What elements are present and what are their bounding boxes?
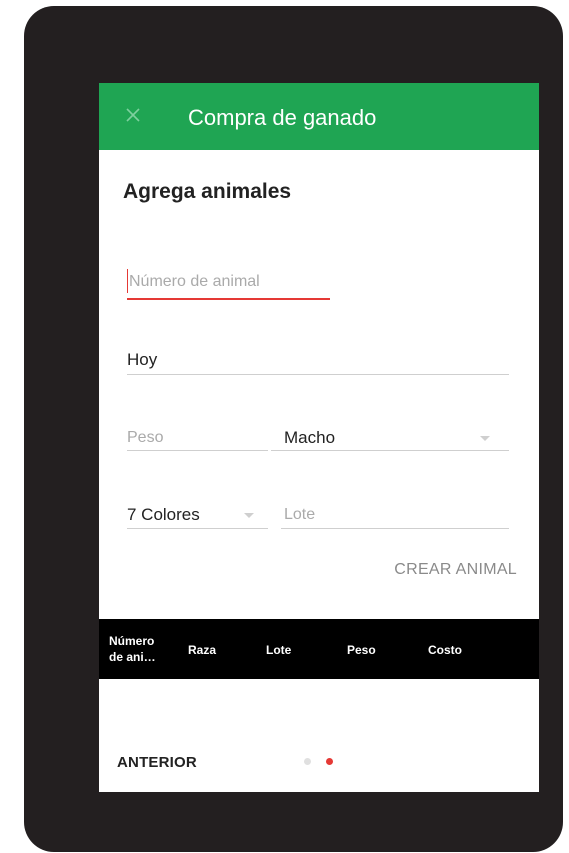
sex-value: Macho xyxy=(284,428,336,447)
pager-dot-1 xyxy=(304,758,311,765)
column-header-lot[interactable]: Lote xyxy=(266,643,291,657)
page-title: Compra de ganado xyxy=(188,105,377,130)
chevron-down-icon xyxy=(480,436,490,441)
pager-dot-2-active xyxy=(326,758,333,765)
breed-value: 7 Colores xyxy=(127,505,200,524)
column-header-breed[interactable]: Raza xyxy=(188,643,216,657)
date-value: Hoy xyxy=(127,350,158,369)
previous-button[interactable]: ANTERIOR xyxy=(117,754,197,771)
close-icon[interactable] xyxy=(119,101,147,129)
animal-number-underline xyxy=(127,298,330,300)
lot-placeholder: Lote xyxy=(284,506,316,523)
animal-number-placeholder: Número de animal xyxy=(129,273,260,290)
column-header-weight[interactable]: Peso xyxy=(347,643,376,657)
table-header: Número de ani… Raza Lote Peso Costo xyxy=(99,619,539,679)
chevron-down-icon xyxy=(244,513,254,518)
text-cursor xyxy=(127,269,128,293)
date-underline xyxy=(127,374,509,375)
lot-underline xyxy=(281,528,509,529)
device-frame: Compra de ganado Agrega animales Número … xyxy=(24,6,563,852)
column-header-cost[interactable]: Costo xyxy=(428,643,462,657)
app-bar: Compra de ganado xyxy=(99,83,539,150)
create-animal-button[interactable]: CREAR ANIMAL xyxy=(394,561,517,579)
app-screen: Compra de ganado Agrega animales Número … xyxy=(99,83,539,792)
breed-underline xyxy=(127,528,268,529)
weight-placeholder: Peso xyxy=(127,429,164,446)
sex-underline xyxy=(271,450,509,451)
form-heading: Agrega animales xyxy=(123,180,292,203)
weight-underline xyxy=(127,450,268,451)
column-header-number[interactable]: Número de ani… xyxy=(109,633,165,665)
